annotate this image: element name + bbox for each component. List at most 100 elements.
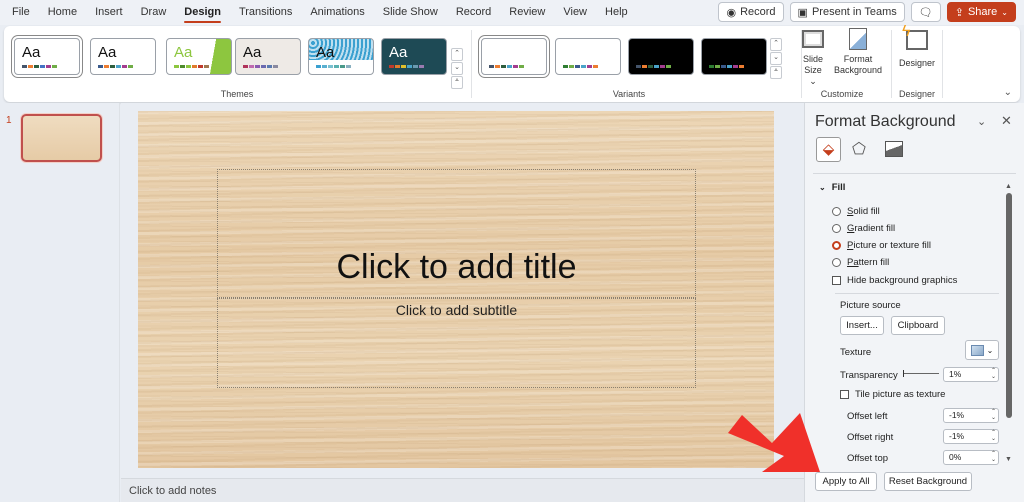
tile-picture-checkbox[interactable]: Tile picture as texture bbox=[840, 389, 945, 400]
option-label: Pattern fill bbox=[847, 257, 890, 268]
tab-design[interactable]: Design bbox=[175, 0, 230, 25]
designer-icon: ϟ bbox=[902, 24, 928, 50]
color-swatches bbox=[243, 65, 278, 68]
theme-thumbnail[interactable]: Aa bbox=[14, 38, 80, 75]
tab-file[interactable]: File bbox=[0, 0, 39, 25]
theme-thumbnail[interactable]: Aa bbox=[235, 38, 301, 75]
variant-thumbnail[interactable] bbox=[701, 38, 767, 75]
tab-draw[interactable]: Draw bbox=[132, 0, 176, 25]
hide-background-graphics-checkbox[interactable]: Hide background graphics bbox=[832, 275, 957, 286]
record-button[interactable]: ◉ Record bbox=[718, 2, 784, 22]
theme-sample-text: Aa bbox=[389, 44, 408, 61]
subtitle-placeholder[interactable]: Click to add subtitle bbox=[217, 298, 696, 388]
clipboard-button[interactable]: Clipboard bbox=[891, 316, 945, 335]
designer-group-label: Designer bbox=[898, 89, 936, 99]
tab-review[interactable]: Review bbox=[500, 0, 554, 25]
theme-thumbnail[interactable]: Aa bbox=[381, 38, 447, 75]
theme-sample-text: Aa bbox=[22, 44, 41, 61]
close-icon[interactable]: ✕ bbox=[1001, 113, 1012, 129]
scroll-up-arrow[interactable]: ▲ bbox=[1005, 183, 1012, 190]
tab-transitions[interactable]: Transitions bbox=[230, 0, 301, 25]
color-swatches bbox=[22, 65, 57, 68]
theme-thumbnail[interactable]: Aa bbox=[308, 38, 374, 75]
tab-slide-show[interactable]: Slide Show bbox=[374, 0, 447, 25]
fill-option-gradient-fill[interactable]: Gradient fill bbox=[832, 223, 895, 234]
radio-button[interactable] bbox=[832, 224, 841, 233]
color-swatches bbox=[174, 65, 209, 68]
collapse-ribbon-icon[interactable]: ⌄ bbox=[1004, 87, 1012, 98]
tab-view[interactable]: View bbox=[554, 0, 596, 25]
variants-scroll-down[interactable]: ⌄ bbox=[770, 52, 782, 65]
texture-dropdown[interactable]: ⌄ bbox=[965, 340, 999, 360]
share-button[interactable]: ⇪ Share ⌄ bbox=[946, 2, 1016, 22]
spinner-arrows[interactable]: ⌃ ⌄ bbox=[991, 409, 996, 421]
themes-scroll-down[interactable]: ⌄ bbox=[451, 62, 463, 75]
chevron-down-icon: ⌄ bbox=[809, 76, 817, 86]
pentagon-icon: ⬠ bbox=[852, 141, 866, 158]
radio-button[interactable] bbox=[832, 258, 841, 267]
offset-left-input[interactable]: -1% ⌃ ⌄ bbox=[943, 408, 999, 423]
chevron-down-icon: ⌄ bbox=[986, 345, 994, 355]
color-swatches bbox=[316, 65, 351, 68]
insert-picture-button[interactable]: Insert... bbox=[840, 316, 884, 335]
slide-thumbnail[interactable] bbox=[21, 114, 102, 162]
customize-group-label: Customize bbox=[820, 89, 864, 99]
option-label: Picture or texture fill bbox=[847, 240, 931, 251]
radio-button[interactable] bbox=[832, 241, 841, 250]
pane-options-chevron-icon[interactable]: ⌄ bbox=[977, 115, 986, 128]
annotation-arrow bbox=[728, 413, 820, 472]
chevron-down-icon: ⌄ bbox=[1001, 7, 1008, 17]
fill-tab[interactable]: ⬙ bbox=[816, 137, 841, 162]
color-swatches bbox=[636, 65, 671, 68]
tab-insert[interactable]: Insert bbox=[86, 0, 132, 25]
spinner-arrows[interactable]: ⌃ ⌄ bbox=[991, 451, 996, 463]
picture-tab[interactable] bbox=[885, 141, 903, 157]
title-placeholder[interactable]: Click to add title bbox=[217, 169, 696, 298]
fill-option-picture-or-texture-fill[interactable]: Picture or texture fill bbox=[832, 240, 931, 251]
effects-tab[interactable]: ⬠ bbox=[852, 139, 866, 159]
themes-more[interactable]: ⩡ bbox=[451, 76, 463, 89]
variants-scroll-up[interactable]: ⌃ bbox=[770, 38, 782, 51]
present-in-teams-button[interactable]: ▣ Present in Teams bbox=[789, 2, 905, 22]
transparency-input[interactable]: 1% ⌃ ⌄ bbox=[943, 367, 999, 382]
variant-thumbnail[interactable] bbox=[555, 38, 621, 75]
scroll-down-arrow[interactable]: ▼ bbox=[1005, 456, 1012, 463]
theme-thumbnail[interactable]: Aa bbox=[166, 38, 232, 75]
designer-button[interactable]: ϟ Designer bbox=[896, 24, 938, 69]
color-swatches bbox=[709, 65, 744, 68]
variant-thumbnail[interactable] bbox=[481, 38, 547, 75]
comment-icon: 🗨 bbox=[918, 6, 933, 19]
theme-thumbnail[interactable]: Aa bbox=[90, 38, 156, 75]
radio-button[interactable] bbox=[832, 207, 841, 216]
slide-size-button[interactable]: Slide Size ⌄ bbox=[800, 28, 826, 87]
fill-section-header[interactable]: ⌄ Fill bbox=[819, 182, 845, 193]
fill-option-pattern-fill[interactable]: Pattern fill bbox=[832, 257, 889, 268]
offset-right-input[interactable]: -1% ⌃ ⌄ bbox=[943, 429, 999, 444]
spinner-arrows[interactable]: ⌃ ⌄ bbox=[991, 368, 996, 380]
notes-pane[interactable]: Click to add notes bbox=[121, 478, 804, 502]
slide-number: 1 bbox=[6, 115, 12, 126]
transparency-slider[interactable] bbox=[903, 370, 939, 377]
slide-size-icon bbox=[802, 30, 824, 48]
pane-scrollbar-thumb[interactable] bbox=[1006, 193, 1012, 418]
format-background-button[interactable]: Format Background bbox=[830, 28, 886, 76]
slider-thumb[interactable] bbox=[903, 370, 904, 377]
variants-group-label: Variants bbox=[612, 89, 646, 99]
tab-help[interactable]: Help bbox=[596, 0, 637, 25]
fill-option-solid-fill[interactable]: Solid fill bbox=[832, 206, 880, 217]
option-label: Solid fill bbox=[847, 206, 880, 217]
tab-home[interactable]: Home bbox=[39, 0, 86, 25]
tab-animations[interactable]: Animations bbox=[301, 0, 373, 25]
paint-bucket-icon: ⬙ bbox=[822, 141, 835, 158]
reset-background-button[interactable]: Reset Background bbox=[884, 472, 972, 491]
offset-top-input[interactable]: 0% ⌃ ⌄ bbox=[943, 450, 999, 465]
variants-more[interactable]: ⩡ bbox=[770, 66, 782, 79]
comments-button[interactable]: 🗨 bbox=[910, 2, 941, 22]
variant-thumbnail[interactable] bbox=[628, 38, 694, 75]
share-icon: ⇪ bbox=[954, 6, 964, 19]
spinner-arrows[interactable]: ⌃ ⌄ bbox=[991, 430, 996, 442]
themes-scroll-up[interactable]: ⌃ bbox=[451, 48, 463, 61]
title-actions: ◉ Record ▣ Present in Teams 🗨 ⇪ Share ⌄ bbox=[718, 2, 1016, 22]
tab-record[interactable]: Record bbox=[447, 0, 500, 25]
slide-canvas[interactable]: Click to add title Click to add subtitle bbox=[138, 111, 774, 468]
